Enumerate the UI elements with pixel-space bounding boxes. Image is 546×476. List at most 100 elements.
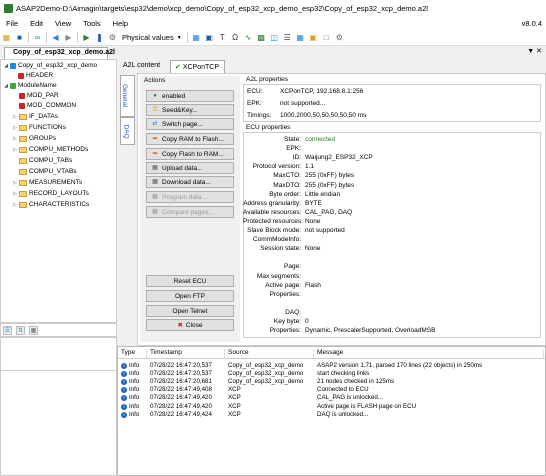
physical-values-dropdown[interactable]: Physical values ▼ xyxy=(119,33,185,42)
log-row[interactable]: i Info 07/28/22 16:47:20,537 Copy_of_esp32_… xyxy=(118,361,544,369)
log-column-type[interactable]: Type xyxy=(118,349,147,358)
log-column-source[interactable]: Source xyxy=(225,349,314,358)
open-icon[interactable]: ▦ xyxy=(2,33,12,43)
menu-view[interactable]: View xyxy=(49,19,77,28)
log-row[interactable]: i Info 07/28/22 16:47:49,408 XCP Connected t… xyxy=(118,386,544,394)
settings-icon[interactable]: ⚙ xyxy=(334,33,344,43)
pause-icon[interactable]: ❚ xyxy=(95,33,105,43)
reset-ecu-button[interactable]: Reset ECU xyxy=(146,275,234,287)
download-data-button[interactable]: ▦ Download data... xyxy=(146,176,234,188)
text-icon[interactable]: T xyxy=(217,33,227,43)
ecu-property-row: Protected resources: None xyxy=(243,218,321,225)
menu-edit[interactable]: Edit xyxy=(24,19,49,28)
menu-help[interactable]: Help xyxy=(107,19,134,28)
expand-icon[interactable]: ▷ xyxy=(12,136,18,142)
expand-icon[interactable]: ▷ xyxy=(12,202,18,208)
tree-item-if-datas[interactable]: ▷ IF_DATAs xyxy=(12,113,58,120)
link-icon[interactable]: ∞ xyxy=(33,33,43,43)
collapse-icon[interactable]: ◢ xyxy=(3,63,9,69)
chip-icon[interactable]: ▩ xyxy=(256,33,266,43)
log-row[interactable]: i Info 07/28/22 16:47:20,681 Copy_of_esp32_… xyxy=(118,377,544,385)
tab-daq[interactable]: DAQ xyxy=(120,117,135,145)
info-icon: i xyxy=(121,362,127,369)
ecu-property-row: Session state: None xyxy=(243,245,320,252)
tree-item-measurements[interactable]: ▷ MEASUREMENTs xyxy=(12,179,82,186)
sort-alphabetical-icon[interactable]: ⇅ xyxy=(16,325,25,335)
menu-tools[interactable]: Tools xyxy=(77,19,107,28)
log-column-message[interactable]: Message xyxy=(314,349,544,358)
tab-general[interactable]: General xyxy=(120,75,135,117)
copy-flash-to-ram-button[interactable]: ➥ Copy Flash to RAM... xyxy=(146,148,234,160)
tree-item-groups[interactable]: ▷ GROUPs xyxy=(12,135,56,142)
document-tab[interactable]: Copy_of_esp32_xcp_demo.a2l xyxy=(4,47,115,59)
ecu-property-key: Protected resources: xyxy=(243,217,303,225)
button-label: Copy RAM to Flash... xyxy=(162,135,224,143)
tree-item-compu-vtabs[interactable]: COMPU_VTABs xyxy=(12,168,77,175)
tree-item-record-layouts[interactable]: ▷ RECORD_LAYOUTs xyxy=(12,190,89,197)
log-column-timestamp[interactable]: Timestamp xyxy=(147,349,225,358)
log-header: Type Timestamp Source Message xyxy=(118,349,546,359)
omega-icon[interactable]: Ω xyxy=(230,33,240,43)
bit-icon[interactable]: ◫ xyxy=(269,33,279,43)
window-icon[interactable]: ▣ xyxy=(204,33,214,43)
tree-item-header[interactable]: HEADER xyxy=(11,72,53,79)
sort-categorized-icon[interactable]: ☰ xyxy=(3,325,12,335)
tree-root[interactable]: ◢ Copy_of_esp32_xcp_demo xyxy=(3,62,97,69)
tree-item-module[interactable]: ◢ ModuleName xyxy=(3,82,57,89)
tree-item-mod-common[interactable]: MOD_COMMON xyxy=(19,102,76,109)
log-row[interactable]: i Info 07/28/22 16:47:20,537 Copy_of_esp32_… xyxy=(118,369,544,377)
back-icon[interactable]: ◀ xyxy=(51,33,61,43)
open-ftp-button[interactable]: Open FTP xyxy=(146,290,234,302)
tree-item-characteristics[interactable]: ▷ CHARACTERISTICs xyxy=(12,201,89,208)
tree-item-compu-tabs[interactable]: COMPU_TABs xyxy=(12,157,72,164)
grid-view-icon[interactable]: ▦ xyxy=(191,33,201,43)
tree-label: ModuleName xyxy=(18,82,57,89)
list-icon[interactable]: ☰ xyxy=(282,33,292,43)
a2l-key: Timings: xyxy=(247,112,272,119)
log-row[interactable]: i Info 07/28/22 16:47:49,424 XCP DAQ is unlo… xyxy=(118,410,544,418)
document-icon[interactable]: □ xyxy=(321,33,331,43)
tab-a2l-content[interactable]: A2L content xyxy=(119,60,170,73)
expand-icon[interactable]: ▷ xyxy=(12,180,18,186)
switch-page-button[interactable]: ⇄ Switch page... xyxy=(146,118,234,130)
log-type-cell: i Info xyxy=(118,370,147,377)
forward-icon[interactable]: ▶ xyxy=(64,33,74,43)
tree-item-functions[interactable]: ▷ FUNCTIONs xyxy=(12,124,66,131)
tab-xcpontcp[interactable]: ✔ XCPonTCP xyxy=(170,60,225,73)
collapse-icon[interactable]: ◢ xyxy=(3,83,9,89)
folder-icon[interactable]: ▣ xyxy=(308,33,318,43)
expand-icon[interactable]: ▷ xyxy=(12,147,18,153)
chart-icon[interactable]: ∿ xyxy=(243,33,253,43)
ecu-property-row: MaxDTO: 255 (0xFF) bytes xyxy=(243,182,354,189)
ecu-property-row: Active page: Flash xyxy=(243,282,321,289)
play-icon[interactable]: ▶ xyxy=(82,33,92,43)
expand-icon[interactable]: ▷ xyxy=(12,125,18,131)
log-type-cell: i Info xyxy=(118,386,147,394)
menu-file[interactable]: File xyxy=(0,19,24,28)
open-telnet-button[interactable]: Open Telnet xyxy=(146,305,234,317)
log-row[interactable]: i Info 07/28/22 16:47:49,420 XCP CAL_PAG is … xyxy=(118,394,544,402)
log-row[interactable]: i Info 07/28/22 16:47:49,420 XCP Active page… xyxy=(118,402,544,410)
a2l-value: 1000,2000,50,50,50,50,50 ms xyxy=(280,112,367,119)
property-grid xyxy=(0,337,117,476)
gear-icon[interactable]: ⚙ xyxy=(108,33,118,43)
table-icon[interactable]: ▦ xyxy=(295,33,305,43)
expand-icon[interactable]: ▷ xyxy=(12,114,18,120)
seed-key-button[interactable]: ⚿ Seed&Key... xyxy=(146,104,234,116)
tree-item-mod-par[interactable]: MOD_PAR xyxy=(19,92,59,99)
enable-button[interactable]: ● enabled xyxy=(146,90,234,102)
property-pages-icon[interactable]: ▦ xyxy=(29,325,38,335)
compare-pages-button[interactable]: ▦ Compare pages... xyxy=(146,206,234,218)
close-icon[interactable]: ▼ ✕ xyxy=(527,47,542,55)
copy-ram-to-flash-button[interactable]: ➥ Copy RAM to Flash... xyxy=(146,133,234,145)
ecu-property-key: Page: xyxy=(284,263,301,271)
close-button[interactable]: ✖ Close xyxy=(146,319,234,331)
log-timestamp: 07/28/22 16:47:49,420 xyxy=(150,394,212,402)
copy-icon: ➥ xyxy=(152,150,158,157)
save-icon[interactable]: ■ xyxy=(15,33,25,43)
tree-item-compu-methods[interactable]: ▷ COMPU_METHODs xyxy=(12,146,88,153)
upload-data-button[interactable]: ▦ Upload data... xyxy=(146,162,234,174)
expand-icon[interactable]: ▷ xyxy=(12,191,18,197)
program-data-button[interactable]: ▦ Program data... xyxy=(146,191,234,203)
folder-icon xyxy=(19,113,27,120)
